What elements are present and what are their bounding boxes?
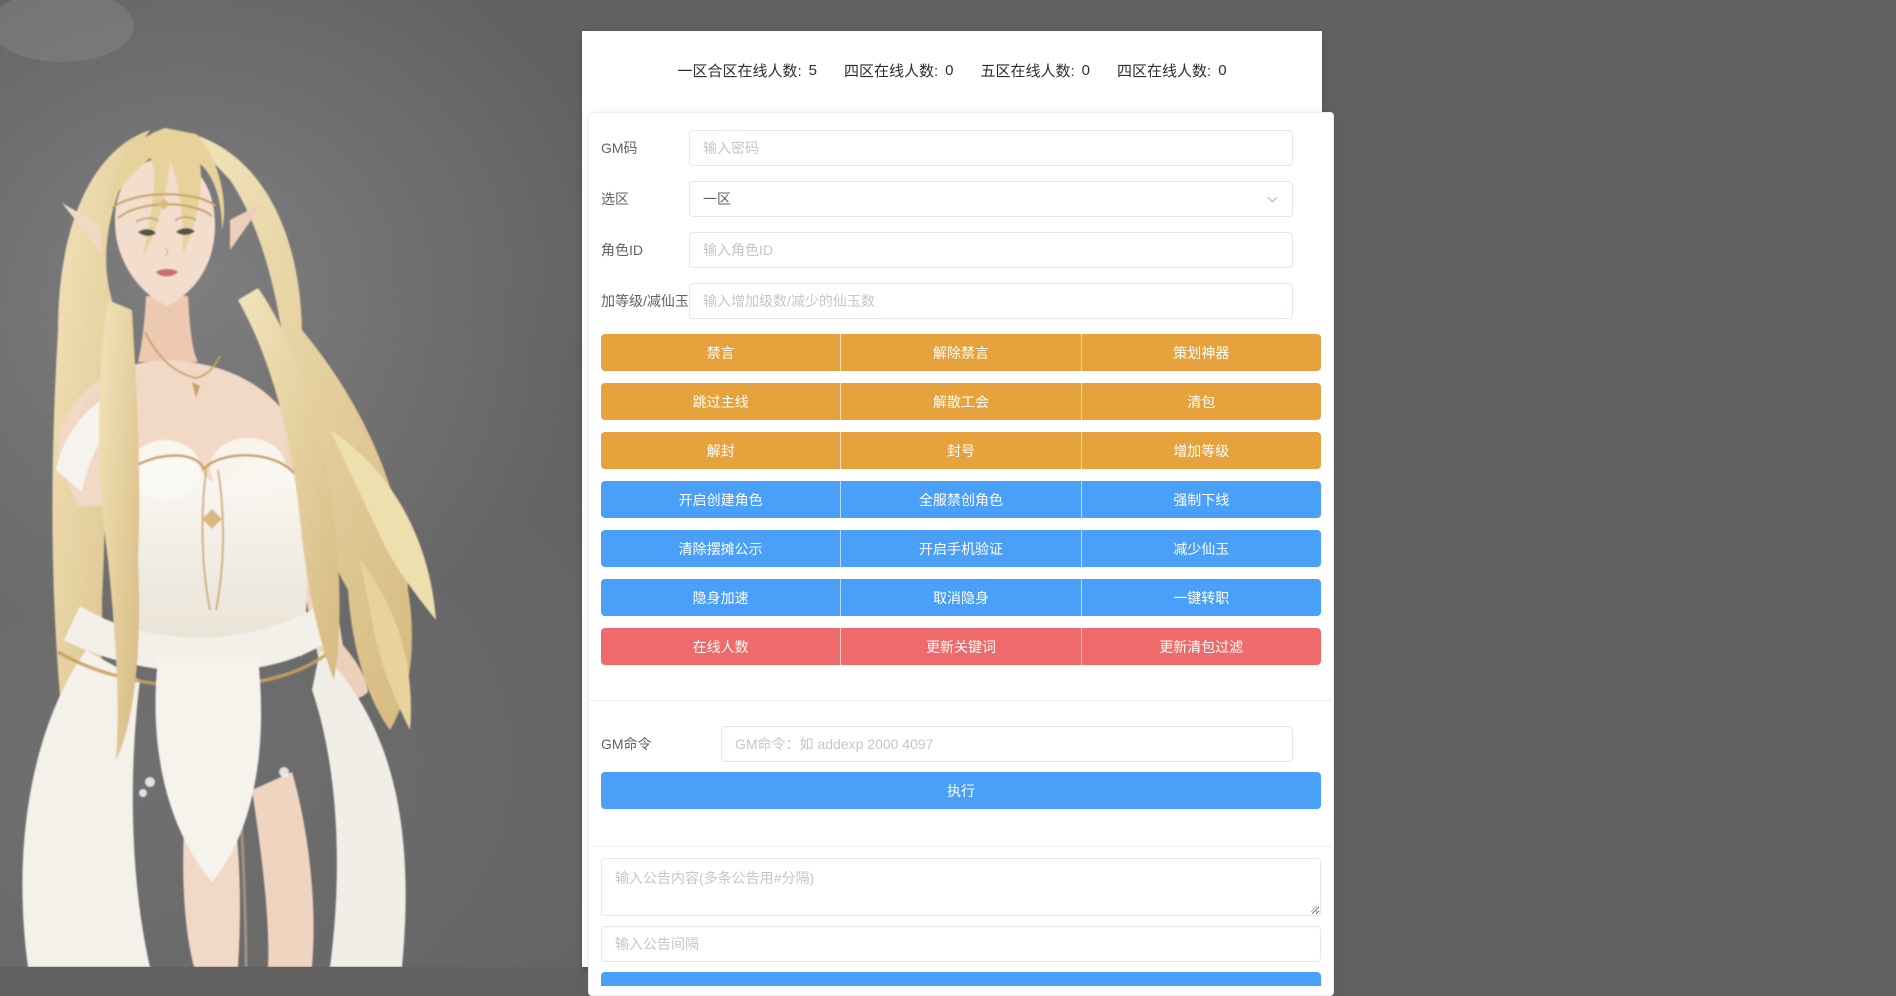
ban-button[interactable]: 封号 bbox=[840, 432, 1081, 469]
update-keywords-button[interactable]: 更新关键词 bbox=[840, 628, 1081, 665]
gm-code-input[interactable] bbox=[689, 130, 1293, 166]
gm-command-label: GM命令 bbox=[601, 736, 652, 752]
announcement-submit-button-partial[interactable] bbox=[601, 972, 1321, 986]
level-jade-input[interactable] bbox=[689, 283, 1293, 319]
level-jade-row: 加等级/减仙玉 bbox=[601, 283, 1321, 319]
zone-row: 选区 一区 bbox=[601, 181, 1321, 217]
disband-guild-button[interactable]: 解散工会 bbox=[840, 383, 1081, 420]
stat-label: 一区合区在线人数: bbox=[677, 63, 802, 80]
stealth-speed-button[interactable]: 隐身加速 bbox=[601, 579, 841, 616]
announcement-content-wrap bbox=[601, 858, 1321, 916]
stat-zone1-merged-online: 一区合区在线人数: 5 bbox=[677, 60, 817, 81]
gm-command-input[interactable] bbox=[721, 726, 1293, 762]
add-level-button[interactable]: 增加等级 bbox=[1080, 432, 1321, 469]
unban-button[interactable]: 解封 bbox=[601, 432, 841, 469]
primary-group-2: 清除摆摊公示 开启手机验证 减少仙玉 bbox=[601, 530, 1321, 567]
warning-group-1: 禁言 解除禁言 策划神器 bbox=[601, 334, 1321, 371]
announcement-content-textarea[interactable] bbox=[601, 858, 1321, 916]
stat-label: 四区在线人数: bbox=[1117, 63, 1212, 80]
update-clearbag-filter-button[interactable]: 更新清包过滤 bbox=[1080, 628, 1321, 665]
reduce-jade-button[interactable]: 减少仙玉 bbox=[1080, 530, 1321, 567]
gm-code-row: GM码 bbox=[601, 130, 1321, 166]
role-id-label: 角色ID bbox=[601, 242, 643, 258]
disable-create-role-button[interactable]: 全服禁创角色 bbox=[840, 481, 1081, 518]
role-id-row: 角色ID bbox=[601, 232, 1321, 268]
mute-button[interactable]: 禁言 bbox=[601, 334, 841, 371]
clear-bag-button[interactable]: 清包 bbox=[1080, 383, 1321, 420]
zone-label: 选区 bbox=[601, 191, 629, 207]
gm-action-groups: 禁言 解除禁言 策划神器 跳过主线 解散工会 清包 解封 封号 增加等级 开启创… bbox=[589, 334, 1333, 665]
enable-create-role-button[interactable]: 开启创建角色 bbox=[601, 481, 841, 518]
character-illustration bbox=[0, 0, 436, 967]
gm-tool-card: GM码 选区 一区 角色ID 加等级/减仙玉 禁言 解除禁言 策划神器 跳过主线… bbox=[588, 112, 1334, 996]
stat-zone4-online: 四区在线人数: 0 bbox=[844, 60, 954, 81]
warning-group-2: 跳过主线 解散工会 清包 bbox=[601, 383, 1321, 420]
stat-value: 5 bbox=[808, 62, 817, 79]
stat-zone5-online: 五区在线人数: 0 bbox=[981, 60, 1091, 81]
gm-code-label: GM码 bbox=[601, 140, 638, 156]
warning-group-3: 解封 封号 增加等级 bbox=[601, 432, 1321, 469]
zone-select[interactable]: 一区 bbox=[689, 181, 1293, 217]
danger-group-1: 在线人数 更新关键词 更新清包过滤 bbox=[601, 628, 1321, 665]
section-divider bbox=[590, 846, 1332, 847]
stat-value: 0 bbox=[1218, 62, 1227, 79]
chevron-down-icon bbox=[1266, 193, 1279, 206]
primary-group-1: 开启创建角色 全服禁创角色 强制下线 bbox=[601, 481, 1321, 518]
primary-group-3: 隐身加速 取消隐身 一键转职 bbox=[601, 579, 1321, 616]
enable-phone-verify-button[interactable]: 开启手机验证 bbox=[840, 530, 1081, 567]
stat-zone4b-online: 四区在线人数: 0 bbox=[1117, 60, 1227, 81]
force-offline-button[interactable]: 强制下线 bbox=[1080, 481, 1321, 518]
zone-select-value: 一区 bbox=[703, 191, 731, 207]
online-count-button[interactable]: 在线人数 bbox=[601, 628, 841, 665]
skip-mainline-button[interactable]: 跳过主线 bbox=[601, 383, 841, 420]
level-jade-label: 加等级/减仙玉 bbox=[601, 293, 689, 309]
cancel-stealth-button[interactable]: 取消隐身 bbox=[840, 579, 1081, 616]
role-id-input[interactable] bbox=[689, 232, 1293, 268]
stat-value: 0 bbox=[945, 62, 954, 79]
stat-label: 五区在线人数: bbox=[980, 63, 1075, 80]
one-key-class-change-button[interactable]: 一键转职 bbox=[1080, 579, 1321, 616]
online-stats-bar: 一区合区在线人数: 5 四区在线人数: 0 五区在线人数: 0 四区在线人数: … bbox=[582, 31, 1322, 110]
clear-stall-notice-button[interactable]: 清除摆摊公示 bbox=[601, 530, 841, 567]
planner-tool-button[interactable]: 策划神器 bbox=[1080, 334, 1321, 371]
section-divider bbox=[590, 700, 1332, 701]
stat-label: 四区在线人数: bbox=[843, 63, 939, 80]
announcement-interval-input[interactable] bbox=[601, 926, 1321, 962]
unmute-button[interactable]: 解除禁言 bbox=[840, 334, 1081, 371]
stat-value: 0 bbox=[1081, 62, 1091, 79]
gm-command-row: GM命令 bbox=[601, 726, 1321, 762]
execute-button[interactable]: 执行 bbox=[601, 772, 1321, 809]
